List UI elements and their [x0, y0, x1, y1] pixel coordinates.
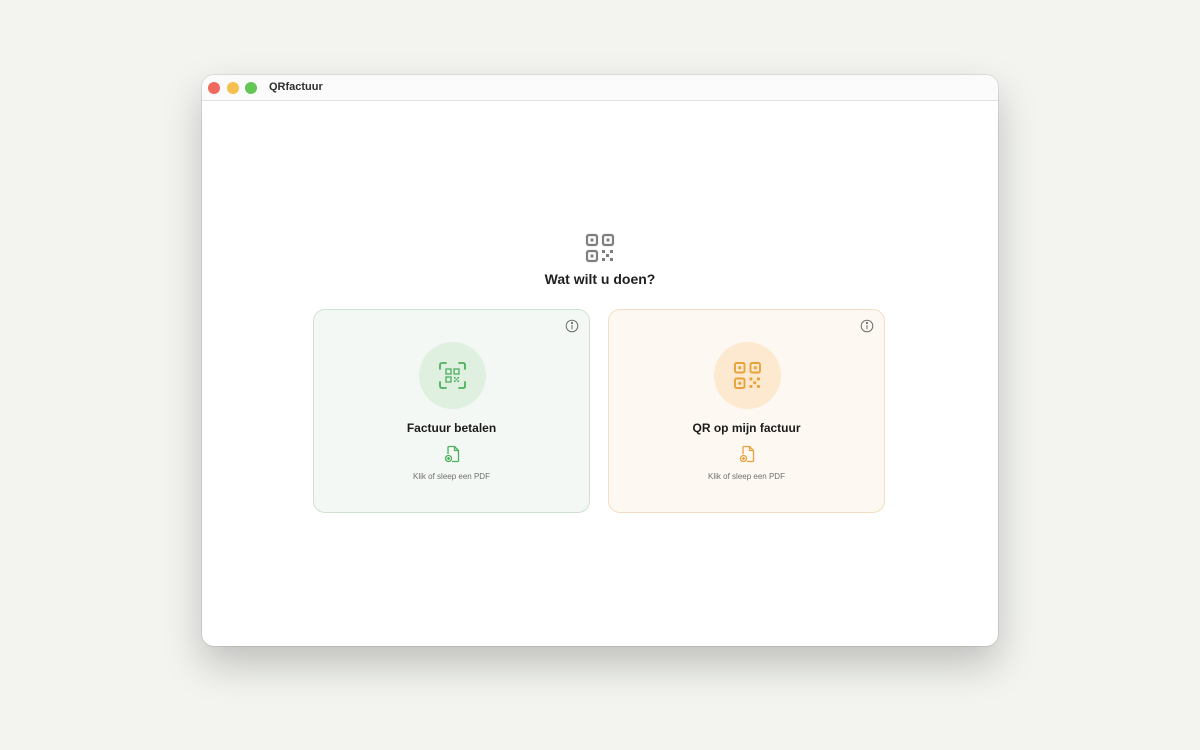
close-window-button[interactable] [208, 82, 220, 94]
qr-scan-icon [439, 362, 466, 389]
file-add-icon [739, 445, 755, 463]
qr-on-invoice-card[interactable]: QR op mijn factuur Klik of sleep een PDF [608, 309, 885, 513]
app-window: QRfactuur Wat wilt u doen? Factuur betal… [202, 75, 998, 646]
qr-code-icon [585, 233, 615, 263]
maximize-window-button[interactable] [245, 82, 257, 94]
pay-invoice-card[interactable]: Factuur betalen Klik of sleep een PDF [313, 309, 590, 513]
minimize-window-button[interactable] [227, 82, 239, 94]
info-icon[interactable] [565, 319, 579, 333]
qr-on-invoice-hint: Klik of sleep een PDF [708, 472, 785, 481]
title-bar[interactable]: QRfactuur [202, 75, 998, 101]
qr-code-icon [734, 362, 761, 389]
info-icon[interactable] [860, 319, 874, 333]
page-heading: Wat wilt u doen? [544, 271, 656, 287]
window-title: QRfactuur [269, 81, 323, 93]
pay-invoice-icon-circle [419, 342, 486, 409]
pay-invoice-title: Factuur betalen [406, 421, 497, 435]
qr-on-invoice-title: QR op mijn factuur [692, 421, 801, 435]
qr-on-invoice-icon-circle [714, 342, 781, 409]
pay-invoice-hint: Klik of sleep een PDF [413, 472, 490, 481]
file-add-icon [444, 445, 460, 463]
